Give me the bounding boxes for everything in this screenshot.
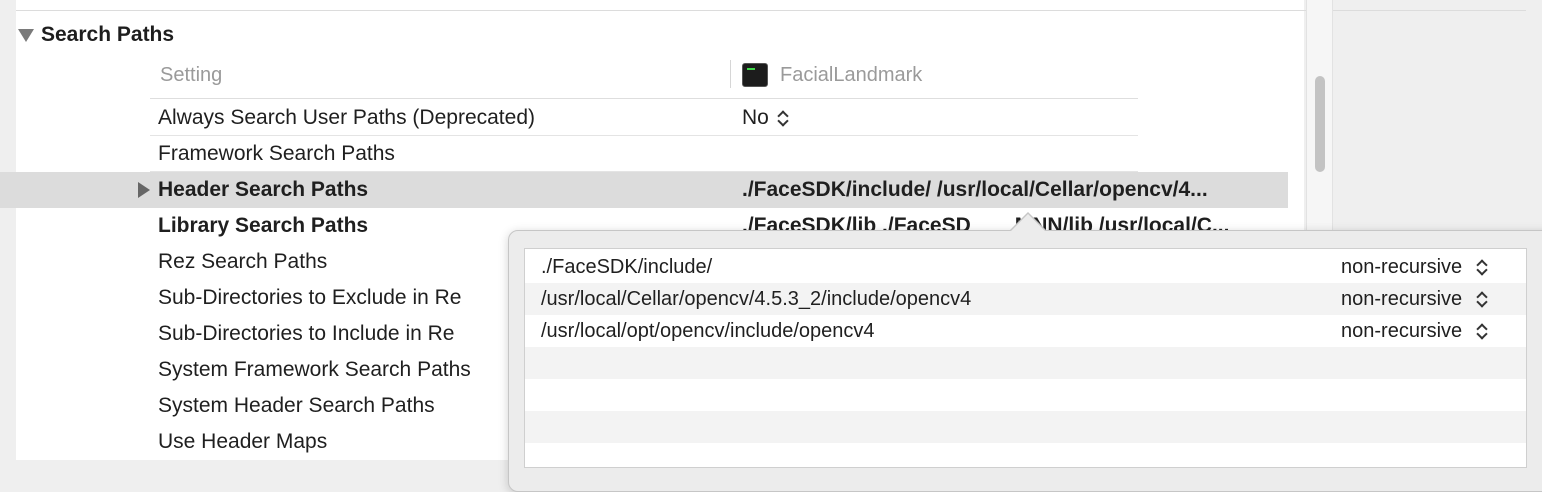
up-down-stepper-icon bbox=[777, 109, 789, 127]
setting-label: Library Search Paths bbox=[158, 214, 369, 237]
list-item[interactable]: /usr/local/Cellar/opencv/4.5.3_2/include… bbox=[525, 283, 1526, 315]
empty-list-row bbox=[525, 347, 1526, 379]
disclosure-triangle-right-icon[interactable] bbox=[138, 182, 150, 198]
empty-list-row bbox=[525, 379, 1526, 411]
up-down-stepper-icon bbox=[1476, 322, 1488, 340]
setting-value-popup[interactable]: No bbox=[742, 106, 789, 130]
recursion-mode: non-recursive bbox=[1341, 319, 1463, 342]
up-down-stepper-icon bbox=[1476, 258, 1488, 276]
recursion-mode: non-recursive bbox=[1341, 255, 1463, 278]
list-item[interactable]: /usr/local/opt/opencv/include/opencv4 no… bbox=[525, 315, 1526, 347]
path-text[interactable]: /usr/local/opt/opencv/include/opencv4 bbox=[541, 320, 875, 343]
setting-label: Always Search User Paths (Deprecated) bbox=[158, 106, 535, 129]
setting-label: System Header Search Paths bbox=[158, 394, 435, 417]
search-paths-list[interactable]: ./FaceSDK/include/ non-recursive /usr/lo… bbox=[524, 248, 1527, 468]
up-down-stepper-icon bbox=[1476, 290, 1488, 308]
search-paths-section-header[interactable]: Search Paths bbox=[18, 22, 174, 48]
empty-list-row bbox=[525, 443, 1526, 467]
popover-arrow-fill bbox=[1010, 214, 1046, 232]
setting-label: Rez Search Paths bbox=[158, 250, 328, 273]
recursion-mode-popup[interactable]: non-recursive bbox=[1341, 288, 1488, 311]
top-separator bbox=[16, 10, 1526, 11]
column-header-target: FacialLandmark bbox=[742, 58, 922, 92]
scrollbar-thumb[interactable] bbox=[1315, 76, 1325, 172]
setting-value: No bbox=[742, 106, 769, 129]
recursion-mode: non-recursive bbox=[1341, 287, 1463, 310]
setting-label: Framework Search Paths bbox=[158, 142, 395, 165]
header-separator bbox=[150, 98, 1138, 99]
empty-list-row bbox=[525, 411, 1526, 443]
recursion-mode-popup[interactable]: non-recursive bbox=[1341, 320, 1488, 343]
setting-label: Sub-Directories to Include in Re bbox=[158, 322, 455, 345]
setting-value[interactable]: ./FaceSDK/include/ /usr/local/Cellar/ope… bbox=[742, 178, 1208, 202]
column-header-setting: Setting bbox=[160, 63, 223, 86]
setting-label: Use Header Maps bbox=[158, 430, 328, 453]
target-name: FacialLandmark bbox=[780, 63, 923, 86]
section-title: Search Paths bbox=[41, 23, 175, 46]
recursion-mode-popup[interactable]: non-recursive bbox=[1341, 256, 1488, 279]
path-text[interactable]: ./FaceSDK/include/ bbox=[541, 256, 712, 279]
setting-row-always-search-user-paths[interactable]: Always Search User Paths (Deprecated) No bbox=[0, 100, 1288, 136]
list-item[interactable]: ./FaceSDK/include/ non-recursive bbox=[525, 251, 1526, 283]
disclosure-triangle-down-icon[interactable] bbox=[18, 28, 34, 42]
path-text[interactable]: /usr/local/Cellar/opencv/4.5.3_2/include… bbox=[541, 288, 971, 311]
setting-label: Header Search Paths bbox=[158, 178, 369, 201]
setting-row-framework-search-paths[interactable]: Framework Search Paths bbox=[0, 136, 1288, 172]
setting-label: Sub-Directories to Exclude in Re bbox=[158, 286, 462, 309]
terminal-icon bbox=[742, 63, 768, 87]
column-divider[interactable] bbox=[730, 60, 731, 88]
setting-row-header-search-paths[interactable]: Header Search Paths ./FaceSDK/include/ /… bbox=[0, 172, 1288, 208]
setting-label: System Framework Search Paths bbox=[158, 358, 471, 381]
